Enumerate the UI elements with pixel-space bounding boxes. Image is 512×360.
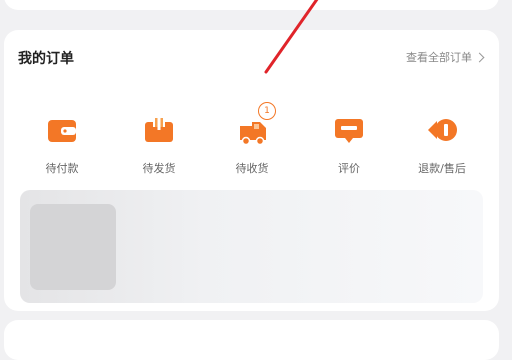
refund-icon: [422, 110, 462, 150]
status-label: 评价: [338, 162, 360, 175]
top-card: [4, 0, 499, 10]
status-pending-payment[interactable]: 待付款: [22, 110, 102, 185]
bottom-card: [4, 320, 499, 360]
review-icon: [329, 110, 369, 150]
order-preview-card[interactable]: [20, 190, 483, 303]
status-pending-receipt[interactable]: 1 待收货: [212, 102, 292, 185]
chevron-right-icon: [474, 52, 485, 62]
status-label: 待收货: [235, 162, 269, 175]
truck-icon: 1: [232, 102, 276, 150]
product-thumbnail: [30, 204, 116, 290]
view-all-orders-label: 查看全部订单: [406, 51, 472, 64]
status-label: 待发货: [142, 162, 176, 175]
order-status-row: 待付款 待发货 1 待收货 评价 退款/售后: [4, 102, 499, 185]
package-icon: [139, 110, 179, 150]
status-review[interactable]: 评价: [309, 110, 389, 185]
status-label: 待付款: [45, 162, 79, 175]
my-orders-card: 我的订单 查看全部订单 待付款 待发货 1 待收货 评价 退款/售后: [4, 30, 499, 311]
status-pending-shipment[interactable]: 待发货: [119, 110, 199, 185]
view-all-orders-link[interactable]: 查看全部订单: [406, 49, 485, 65]
wallet-icon: [42, 110, 82, 150]
status-label: 退款/售后: [418, 162, 466, 175]
my-orders-title: 我的订单: [18, 51, 74, 67]
status-refund-aftersale[interactable]: 退款/售后: [402, 110, 482, 185]
pending-receipt-badge: 1: [258, 102, 276, 120]
